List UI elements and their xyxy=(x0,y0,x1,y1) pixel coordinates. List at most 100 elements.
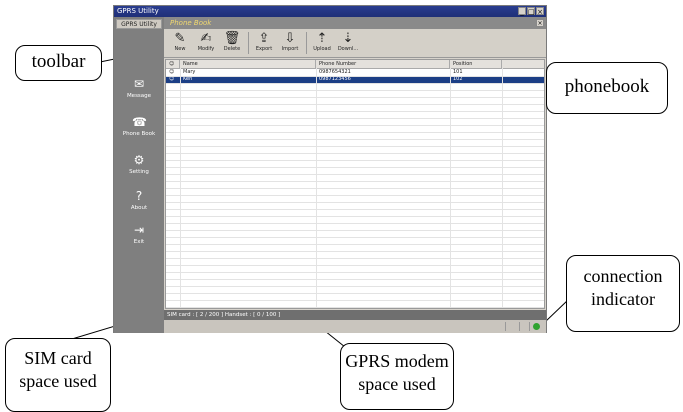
minimize-button[interactable]: _ xyxy=(518,7,526,16)
import-button[interactable]: ⇩ Import xyxy=(278,31,302,56)
grid-row-line xyxy=(166,195,544,196)
grid-row-line xyxy=(166,230,544,231)
nav-item-label: Setting xyxy=(129,169,149,175)
grid-row-line xyxy=(166,307,544,308)
grid-row-line xyxy=(166,90,544,91)
maximize-button[interactable]: □ xyxy=(527,7,535,16)
delete-icon: 🗑 xyxy=(223,31,241,46)
column-header-name[interactable]: Name xyxy=(180,60,316,68)
upload-icon: ⇡ xyxy=(316,31,328,46)
app-window: GPRS Utility _ □ × GPRS Utility ✉ Messag… xyxy=(113,5,547,333)
callout-sim-line2: space used xyxy=(19,371,97,391)
grid-row-line xyxy=(166,76,544,77)
callout-toolbar: toolbar xyxy=(15,45,102,81)
nav-item-about[interactable]: ? About xyxy=(114,189,164,223)
storage-status: SIM card : [ 2 / 200 ] Handset : [ 0 / 1… xyxy=(164,310,546,320)
grid-row-line xyxy=(166,265,544,266)
grid-row-line xyxy=(166,258,544,259)
callout-gprs-line1: GPRS modem xyxy=(345,351,449,371)
nav-item-label: About xyxy=(130,205,148,211)
new-icon: ✎ xyxy=(174,31,186,46)
column-header-position[interactable]: Position xyxy=(450,60,502,68)
panel-header: Phone Book × xyxy=(164,17,546,29)
toolbar-separator xyxy=(248,32,249,54)
cell-position: 102 xyxy=(453,76,463,82)
nav-item-message[interactable]: ✉ Message xyxy=(114,77,164,111)
grid-row-line xyxy=(166,188,544,189)
callout-gprs-line2: space used xyxy=(358,374,436,394)
table-row[interactable]: ☺ Mary 0987654321 101 xyxy=(166,69,544,76)
nav-item-setting[interactable]: ⚙ Setting xyxy=(114,153,164,187)
callout-sim-line1: SIM card xyxy=(24,348,92,368)
grid-row-line xyxy=(166,139,544,140)
grid-row-line xyxy=(166,293,544,294)
nav-item-exit[interactable]: ⇥ Exit xyxy=(114,223,164,257)
nav-item-label: Message xyxy=(126,93,152,99)
grid-row-line xyxy=(166,125,544,126)
toolbar-button-label: Export xyxy=(255,46,273,52)
grid-row-line xyxy=(166,223,544,224)
window-titlebar: GPRS Utility _ □ × xyxy=(114,6,546,17)
callout-gprs-modem: GPRS modem space used xyxy=(340,343,454,410)
grid-row-line xyxy=(166,83,544,84)
grid-row-line xyxy=(166,181,544,182)
grid-row-line xyxy=(166,286,544,287)
grid-row-line xyxy=(166,237,544,238)
download-button[interactable]: ⇣ Downl... xyxy=(336,31,360,56)
callout-connection-line1: connection xyxy=(583,266,663,286)
delete-button[interactable]: 🗑 Delete xyxy=(220,31,244,56)
left-nav: GPRS Utility ✉ Message ☎ Phone Book ⚙ Se… xyxy=(114,17,164,333)
grid-column-line xyxy=(180,68,181,308)
grid-row-line xyxy=(166,111,544,112)
toolbar-button-label: Import xyxy=(281,46,299,52)
callout-connection-indicator: connection indicator xyxy=(566,255,680,332)
download-icon: ⇣ xyxy=(342,31,354,46)
column-header-phone[interactable]: Phone Number xyxy=(316,60,450,68)
new-button[interactable]: ✎ New xyxy=(168,31,192,56)
nav-item-label: Exit xyxy=(133,239,145,245)
grid-row-line xyxy=(166,216,544,217)
grid-row-line xyxy=(166,167,544,168)
grid-row-line xyxy=(166,97,544,98)
phonebook-icon: ☎ xyxy=(132,115,147,129)
close-button[interactable]: × xyxy=(536,7,544,16)
upload-button[interactable]: ⇡ Upload xyxy=(310,31,334,56)
modify-button[interactable]: ✍ Modify xyxy=(194,31,218,56)
grid-row-line xyxy=(166,174,544,175)
table-row-selected[interactable]: ☺ Ken 0987123456 102 xyxy=(166,76,544,83)
status-column-icon: ☺ xyxy=(166,60,180,68)
grid-row-line xyxy=(166,160,544,161)
cell-position: 101 xyxy=(453,69,463,75)
grid-column-line xyxy=(450,68,451,308)
export-button[interactable]: ⇪ Export xyxy=(252,31,276,56)
callout-phonebook: phonebook xyxy=(546,62,668,114)
phonebook-table: ☺ Name Phone Number Position ☺ Mary 0987… xyxy=(165,59,545,309)
grid-row-line xyxy=(166,251,544,252)
message-icon: ✉ xyxy=(133,77,145,91)
toolbar: ✎ New ✍ Modify 🗑 Delete ⇪ Export ⇩ Impor… xyxy=(164,29,546,58)
setting-icon: ⚙ xyxy=(133,153,145,167)
toolbar-button-label: Upload xyxy=(313,46,331,52)
callout-sim-card: SIM card space used xyxy=(5,338,111,412)
exit-icon: ⇥ xyxy=(133,223,145,237)
table-header: ☺ Name Phone Number Position xyxy=(166,60,544,69)
nav-item-label: Phone Book xyxy=(122,131,156,137)
grid-column-line xyxy=(502,68,503,308)
cell-name: Mary xyxy=(183,69,196,75)
panel-close-button[interactable]: × xyxy=(536,19,544,27)
callout-connection-line2: indicator xyxy=(591,289,655,309)
status-separator xyxy=(505,322,506,331)
nav-item-phonebook[interactable]: ☎ Phone Book xyxy=(114,115,164,149)
connection-indicator-icon xyxy=(533,323,540,330)
status-bar xyxy=(164,320,546,333)
grid-row-line xyxy=(166,202,544,203)
grid-row-line xyxy=(166,209,544,210)
grid-row-line xyxy=(166,132,544,133)
grid-row-line xyxy=(166,279,544,280)
grid-row-line xyxy=(166,153,544,154)
toolbar-button-label: Delete xyxy=(223,46,241,52)
export-icon: ⇪ xyxy=(258,31,270,46)
panel-title: Phone Book xyxy=(170,19,212,27)
toolbar-button-label: New xyxy=(174,46,186,52)
cell-phone: 0987654321 xyxy=(319,69,351,75)
